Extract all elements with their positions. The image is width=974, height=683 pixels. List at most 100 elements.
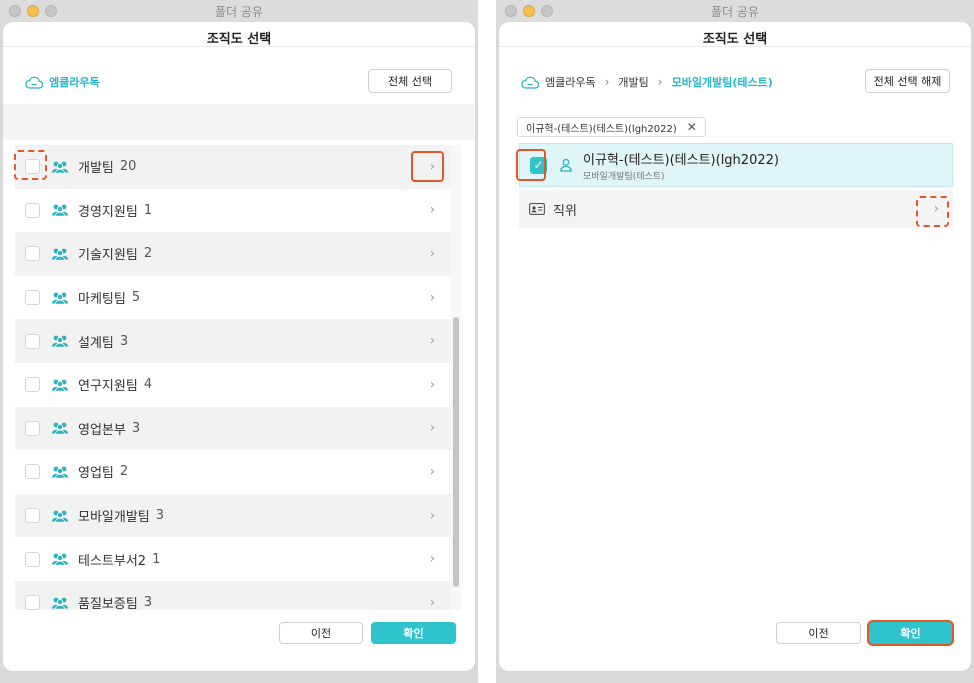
team-row[interactable]: 테스트부서2 1 › (15, 537, 461, 581)
team-icon (51, 291, 69, 305)
window-title: 폴더 공유 (711, 5, 759, 19)
confirm-button[interactable]: 확인 (371, 622, 456, 644)
team-row[interactable]: 품질보증팀 3 › (15, 580, 461, 610)
empty-list-area (519, 228, 953, 610)
chevron-right-icon[interactable]: › (430, 595, 435, 610)
team-row[interactable]: 마케팅팀 5 › (15, 275, 461, 320)
checkbox[interactable] (25, 551, 40, 567)
team-count: 2 (143, 246, 153, 262)
position-label: 직위 (553, 203, 577, 219)
confirm-button[interactable]: 확인 (869, 622, 952, 644)
select-all-button[interactable]: 전체 선택 (368, 69, 452, 93)
team-row[interactable]: 기술지원팀 2 › (15, 232, 461, 276)
chevron-right-icon[interactable]: › (430, 159, 435, 174)
chevron-right-icon[interactable]: › (934, 202, 939, 217)
checkbox[interactable] (25, 420, 40, 436)
team-icon (51, 160, 69, 174)
team-icon (51, 552, 69, 566)
checkbox-checked[interactable]: ✓ (530, 156, 547, 174)
team-icon (51, 465, 69, 479)
breadcrumb: 엠클라우독 (25, 74, 100, 90)
chevron-right-icon[interactable]: › (430, 334, 435, 349)
chevron-right-icon: › (657, 75, 663, 89)
breadcrumb-item-dev-team[interactable]: 개발팀 (618, 74, 648, 90)
chevron-right-icon[interactable]: › (430, 552, 435, 567)
checkbox[interactable] (25, 246, 40, 262)
chevron-right-icon[interactable]: › (430, 508, 435, 523)
position-row[interactable]: 직위 › (519, 190, 953, 228)
divider (3, 46, 475, 47)
team-count: 3 (155, 508, 165, 524)
breadcrumb-item-current[interactable]: 모바일개발팀(테스트) (672, 74, 773, 90)
team-row[interactable]: 개발팀 20 › (15, 145, 461, 189)
team-icon (51, 203, 69, 217)
chevron-right-icon[interactable]: › (430, 246, 435, 261)
chevron-right-icon[interactable]: › (430, 464, 435, 479)
team-name: 연구지원팀 (78, 379, 138, 395)
team-name: 설계팀 (78, 335, 114, 351)
chip-label: 이규혁-(테스트)(테스트)(lgh2022) (526, 123, 677, 135)
chevron-right-icon[interactable]: › (430, 203, 435, 218)
team-name: 영업본부 (78, 422, 126, 438)
team-row[interactable]: 연구지원팀 4 › (15, 362, 461, 407)
chevron-right-icon: › (604, 75, 610, 89)
org-chart-sheet: 조직도 선택 엠클라우독 › 개발팀 › 모바일개발팀(테스트) 전체 선택 해… (499, 22, 971, 671)
team-count: 1 (152, 551, 161, 567)
checkbox[interactable] (25, 290, 40, 306)
team-name: 모바일개발팀 (78, 510, 150, 526)
breadcrumb: 엠클라우독 › 개발팀 › 모바일개발팀(테스트) (521, 74, 773, 90)
list-header-band (3, 104, 475, 140)
team-name: 개발팀 (78, 161, 114, 177)
person-name: 이규혁-(테스트)(테스트)(lgh2022) (583, 152, 779, 168)
window-titlebar: 폴더 공유 (0, 0, 478, 22)
checkbox[interactable] (25, 595, 40, 610)
left-window: 폴더 공유 조직도 선택 엠클라우독 전체 선택 개발팀 20 › 경영지원팀 1 › 기술… (0, 0, 478, 683)
team-row[interactable]: 영업팀 2 › (15, 450, 461, 494)
person-icon (559, 158, 573, 172)
cloud-icon (25, 76, 43, 89)
chevron-right-icon[interactable]: › (430, 421, 435, 436)
team-name: 마케팅팀 (78, 292, 126, 308)
breadcrumb-root[interactable]: 엠클라우독 (545, 74, 596, 90)
cloud-icon (521, 76, 539, 89)
team-count: 3 (119, 333, 129, 349)
person-dept: 모바일개발팀(테스트) (583, 171, 665, 182)
team-row[interactable]: 경영지원팀 1 › (15, 188, 461, 233)
team-name: 품질보증팀 (78, 597, 138, 610)
person-row[interactable]: ✓ 이규혁-(테스트)(테스트)(lgh2022) 모바일개발팀(테스트) (519, 143, 953, 187)
chevron-right-icon[interactable]: › (430, 377, 435, 392)
team-row[interactable]: 모바일개발팀 3 › (15, 493, 461, 538)
selected-chip: 이규혁-(테스트)(테스트)(lgh2022) ✕ (517, 117, 706, 137)
team-icon (51, 596, 69, 610)
org-chart-sheet: 조직도 선택 엠클라우독 전체 선택 개발팀 20 › 경영지원팀 1 › 기술지원팀 2 › 마… (3, 22, 475, 671)
team-row[interactable]: 설계팀 3 › (15, 319, 461, 363)
team-count: 2 (119, 464, 129, 480)
checkbox[interactable] (25, 159, 40, 175)
window-title: 폴더 공유 (215, 5, 263, 19)
close-icon[interactable]: ✕ (687, 120, 697, 134)
team-icon (51, 421, 69, 435)
team-list[interactable]: 개발팀 20 › 경영지원팀 1 › 기술지원팀 2 › 마케팅팀 5 › 설계팀 3 › 연구지원팀 4 › 영업… (15, 145, 461, 610)
id-card-icon (529, 203, 545, 215)
prev-button[interactable]: 이전 (776, 622, 861, 644)
scrollbar-thumb[interactable] (453, 317, 459, 587)
team-row[interactable]: 영업본부 3 › (15, 406, 461, 451)
checkbox[interactable] (25, 333, 40, 349)
checkbox[interactable] (25, 377, 40, 393)
team-count: 3 (143, 595, 153, 610)
breadcrumb-root[interactable]: 엠클라우독 (49, 74, 100, 90)
team-name: 영업팀 (78, 466, 114, 482)
prev-button[interactable]: 이전 (279, 622, 363, 644)
team-count: 20 (119, 159, 137, 175)
checkbox[interactable] (25, 464, 40, 480)
checkbox[interactable] (25, 202, 40, 218)
deselect-all-button[interactable]: 전체 선택 해제 (865, 69, 950, 93)
team-icon (51, 334, 69, 348)
team-icon (51, 247, 69, 261)
checkbox[interactable] (25, 508, 40, 524)
window-titlebar: 폴더 공유 (496, 0, 974, 22)
team-name: 기술지원팀 (78, 248, 138, 264)
scrollbar[interactable] (451, 145, 461, 610)
team-count: 5 (131, 290, 141, 306)
chevron-right-icon[interactable]: › (430, 290, 435, 305)
